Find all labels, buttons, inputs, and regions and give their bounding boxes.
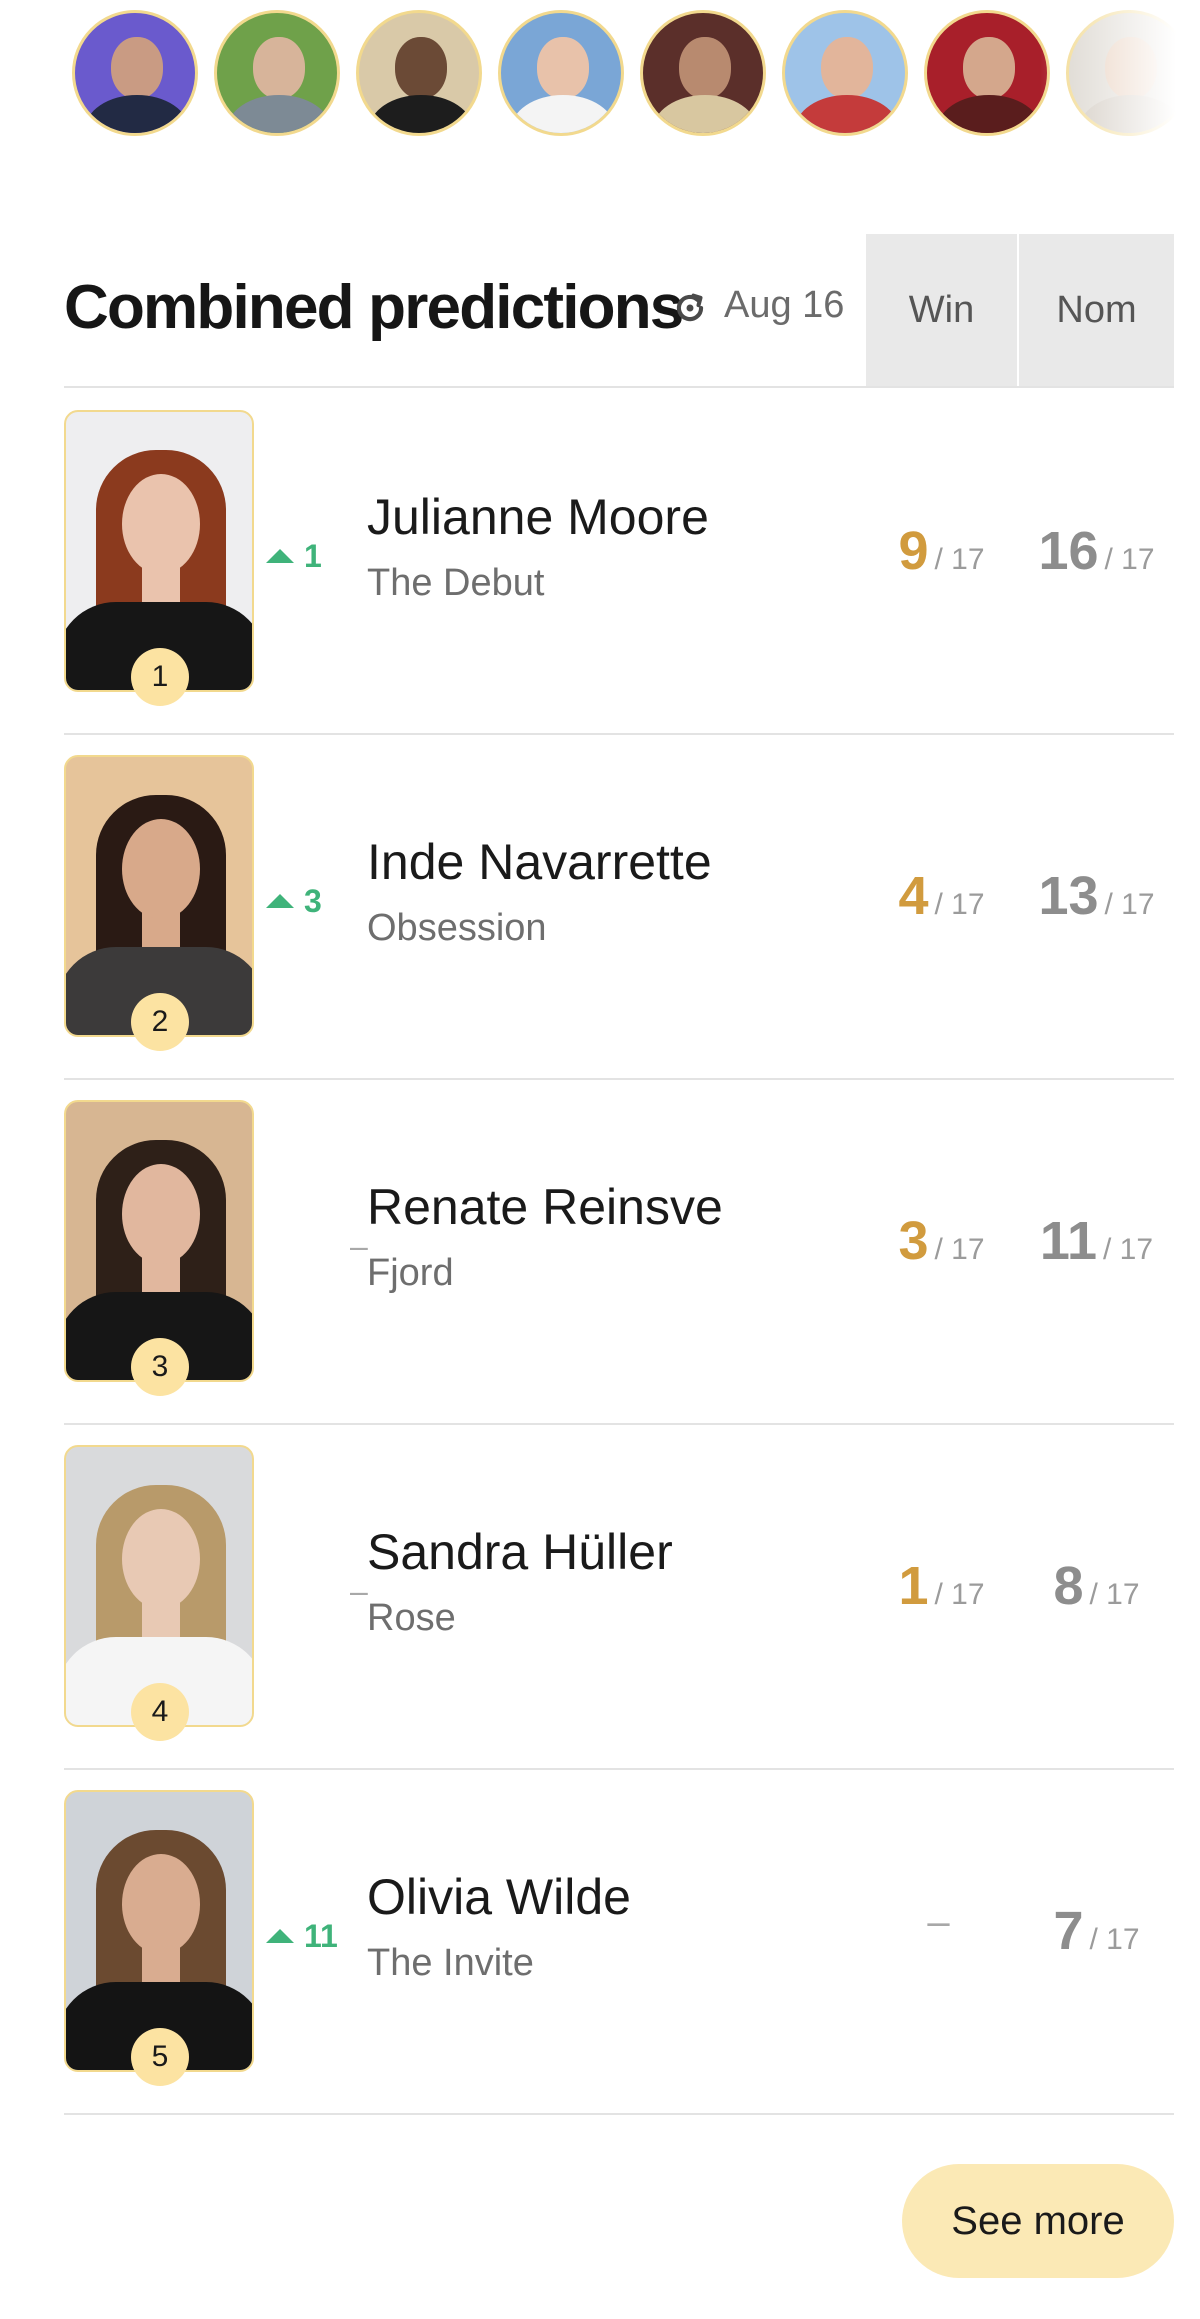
- win-count: 1: [898, 1556, 929, 1616]
- prediction-row[interactable]: 1 1 Julianne Moore The Debut 9/ 17 16/ 1…: [64, 390, 1174, 735]
- nom-score: 13/ 17: [1019, 865, 1174, 927]
- trend-up-icon: [266, 549, 294, 563]
- trend-value: 11: [304, 1917, 338, 1954]
- win-count: –: [927, 1900, 950, 1944]
- win-count: 4: [898, 866, 929, 926]
- trend-value: 3: [304, 882, 322, 919]
- see-more-button[interactable]: See more: [902, 2164, 1174, 2278]
- win-total: / 17: [934, 1578, 985, 1611]
- trend-indicator: 1: [266, 536, 356, 576]
- nom-total: / 17: [1089, 1923, 1140, 1956]
- rank-badge: 3: [131, 1338, 189, 1396]
- rank-badge: 1: [131, 648, 189, 706]
- prediction-row[interactable]: 3 – Renate Reinsve Fjord 3/ 17 11/ 17: [64, 1080, 1174, 1425]
- updated-date: Aug 16: [724, 284, 845, 326]
- predictor-avatar[interactable]: [924, 10, 1050, 136]
- nom-total: / 17: [1089, 1578, 1140, 1611]
- win-score: 3/ 17: [866, 1210, 1017, 1272]
- rank-badge: 4: [131, 1683, 189, 1741]
- trend-indicator: 3: [266, 881, 356, 921]
- predictor-avatar[interactable]: [214, 10, 340, 136]
- predictor-avatar[interactable]: [782, 10, 908, 136]
- film-title: Rose: [367, 1597, 456, 1639]
- win-count: 3: [898, 1211, 929, 1271]
- nom-total: / 17: [1104, 543, 1155, 576]
- film-title: Fjord: [367, 1252, 454, 1294]
- film-title: Obsession: [367, 907, 547, 949]
- nominee-name: Olivia Wilde: [367, 1869, 631, 1925]
- nominee-name: Renate Reinsve: [367, 1179, 723, 1235]
- nom-total: / 17: [1103, 1233, 1154, 1266]
- nom-count: 13: [1038, 866, 1099, 926]
- nominee-name: Inde Navarrette: [367, 834, 712, 890]
- predictor-avatar[interactable]: [72, 10, 198, 136]
- trend-indicator: –: [266, 1226, 368, 1266]
- trend-indicator: 11: [266, 1916, 356, 1956]
- nom-score: 11/ 17: [1019, 1210, 1174, 1272]
- page-title: Combined predictions: [64, 273, 684, 342]
- predictions-header: Combined predictions Aug 16 Win Nom: [64, 234, 1174, 388]
- rank-badge: 2: [131, 993, 189, 1051]
- win-count: 9: [898, 521, 929, 581]
- nom-score: 7/ 17: [1019, 1900, 1174, 1962]
- win-score: 4/ 17: [866, 865, 1017, 927]
- film-title: The Debut: [367, 562, 545, 604]
- nom-column-header[interactable]: Nom: [1019, 234, 1174, 386]
- predictor-avatar[interactable]: [356, 10, 482, 136]
- win-total: / 17: [934, 1233, 985, 1266]
- win-total: / 17: [934, 888, 985, 921]
- predictor-avatar[interactable]: [498, 10, 624, 136]
- film-title: The Invite: [367, 1942, 534, 1984]
- strip-fade-overlay: [1040, 0, 1200, 150]
- trend-value: 1: [304, 537, 322, 574]
- predictor-avatar-strip: [0, 0, 1200, 150]
- trend-up-icon: [266, 894, 294, 908]
- nom-score: 8/ 17: [1019, 1555, 1174, 1617]
- prediction-row[interactable]: 4 – Sandra Hüller Rose 1/ 17 8/ 17: [64, 1425, 1174, 1770]
- prediction-row[interactable]: 2 3 Inde Navarrette Obsession 4/ 17 13/ …: [64, 735, 1174, 1080]
- nominee-name: Julianne Moore: [367, 489, 709, 545]
- predictor-avatar[interactable]: [640, 10, 766, 136]
- win-score: –: [866, 1900, 1017, 1945]
- trend-value: –: [350, 1227, 368, 1264]
- nom-score: 16/ 17: [1019, 520, 1174, 582]
- nom-count: 11: [1039, 1211, 1098, 1271]
- nominee-name: Sandra Hüller: [367, 1524, 673, 1580]
- trend-value: –: [350, 1572, 368, 1609]
- nom-total: / 17: [1104, 888, 1155, 921]
- win-score: 9/ 17: [866, 520, 1017, 582]
- prediction-row[interactable]: 5 11 Olivia Wilde The Invite – 7/ 17: [64, 1770, 1174, 2115]
- nom-count: 8: [1053, 1556, 1084, 1616]
- win-score: 1/ 17: [866, 1555, 1017, 1617]
- trend-indicator: –: [266, 1571, 368, 1611]
- trend-up-icon: [266, 1929, 294, 1943]
- win-total: / 17: [934, 543, 985, 576]
- rank-badge: 5: [131, 2028, 189, 2086]
- refresh-icon[interactable]: [671, 289, 709, 327]
- nom-count: 16: [1038, 521, 1099, 581]
- nom-count: 7: [1053, 1901, 1084, 1961]
- win-column-header[interactable]: Win: [866, 234, 1017, 386]
